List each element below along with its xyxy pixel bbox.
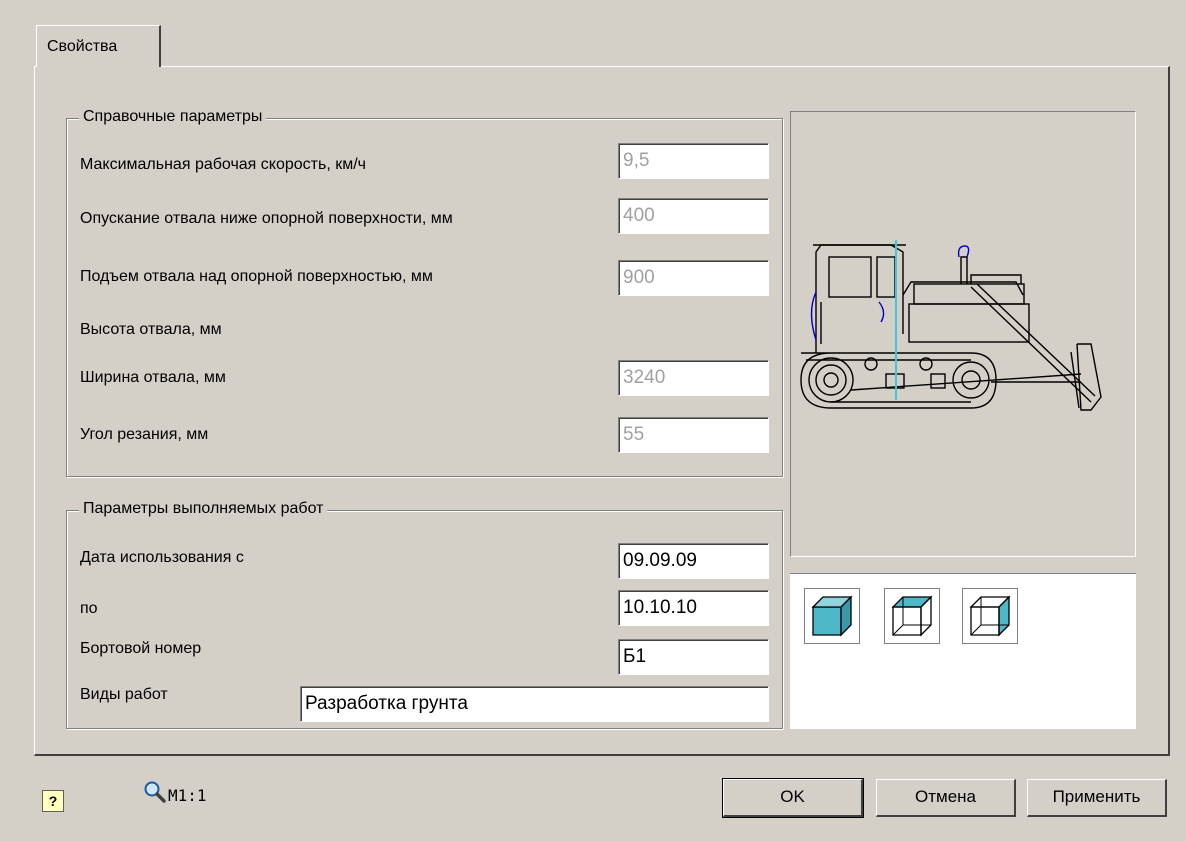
cancel-button[interactable]: Отмена [876, 779, 1016, 817]
view-top-face-button[interactable] [884, 588, 940, 644]
ok-button[interactable]: OK [722, 778, 864, 818]
blade-lower-field: 400 [618, 198, 769, 234]
work-params-title: Параметры выполняемых работ [79, 500, 328, 518]
scale-label: M1:1 [168, 786, 207, 805]
blade-height-label: Высота отвала, мм [80, 321, 222, 338]
board-number-field[interactable]: Б1 [618, 639, 769, 675]
view-wireframe-button[interactable] [962, 588, 1018, 644]
view-mode-bar [790, 573, 1136, 729]
date-to-field[interactable]: 10.10.10 [618, 590, 769, 626]
apply-button[interactable]: Применить [1027, 779, 1167, 817]
reference-params-title: Справочные параметры [79, 108, 267, 126]
max-speed-field: 9,5 [618, 143, 769, 179]
wireframe-cube-icon [969, 595, 1011, 637]
blade-lower-label: Опускание отвала ниже опорной поверхност… [80, 210, 453, 227]
bulldozer-drawing [800, 240, 1102, 411]
blade-width-field: 3240 [618, 360, 769, 396]
work-types-field[interactable]: Разработка грунта [300, 686, 769, 722]
date-to-label: по [80, 600, 98, 617]
blade-width-label: Ширина отвала, мм [80, 369, 226, 386]
tab-properties-label: Свойства [47, 38, 118, 55]
date-from-label: Дата использования с [80, 549, 244, 566]
blade-raise-label: Подъем отвала над опорной поверхностью, … [80, 268, 433, 285]
board-number-label: Бортовой номер [80, 640, 202, 657]
bulldozer-preview [790, 111, 1136, 557]
max-speed-label: Максимальная рабочая скорость, км/ч [80, 156, 366, 173]
help-icon[interactable]: ? [42, 790, 64, 812]
view-shaded-button[interactable] [804, 588, 860, 644]
magnifier-icon[interactable] [143, 780, 167, 804]
shaded-cube-icon [811, 595, 853, 637]
work-types-label: Виды работ [80, 686, 168, 703]
blade-raise-field: 900 [618, 260, 769, 296]
tab-properties[interactable]: Свойства [36, 25, 161, 67]
cutting-angle-label: Угол резания, мм [80, 426, 209, 443]
date-from-field[interactable]: 09.09.09 [618, 543, 769, 579]
cutting-angle-field: 55 [618, 417, 769, 453]
top-face-cube-icon [891, 595, 933, 637]
